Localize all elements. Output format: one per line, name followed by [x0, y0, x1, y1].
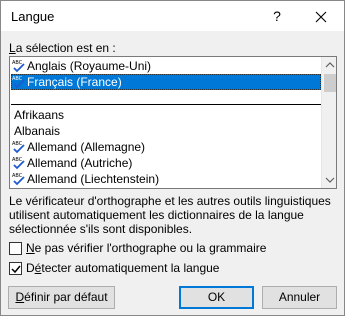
- svg-text:ABC: ABC: [12, 157, 23, 163]
- list-item-language[interactable]: ABC Allemand (Liechtenstein): [11, 171, 321, 187]
- language-name: Anglais (Royaume-Uni): [27, 59, 152, 73]
- no-check-label: Ne pas vérifier l'orthographe ou la gram…: [26, 241, 267, 255]
- selection-label: La sélection est en :: [9, 41, 116, 55]
- language-name: Allemand (Allemagne): [27, 140, 146, 154]
- language-name: Allemand (Liechtenstein): [27, 172, 160, 186]
- svg-text:ABC: ABC: [12, 173, 23, 179]
- language-list: ABC Anglais (Royaume-Uni) ABC Français (…: [10, 57, 321, 188]
- language-name: Allemand (Autriche): [27, 156, 133, 170]
- language-name: Français (France): [27, 75, 122, 89]
- list-item-language-selected[interactable]: ABC Français (France): [11, 74, 321, 90]
- language-name: Albanais: [14, 124, 61, 138]
- close-button[interactable]: [307, 5, 335, 27]
- detect-language-label: Détecter automatiquement la langue: [26, 261, 220, 275]
- language-dialog: Langue ? La sélection est en : ABC Angla…: [0, 0, 345, 316]
- list-item-language[interactable]: ABC Anglais (Royaume-Uni): [11, 58, 321, 74]
- svg-text:ABC: ABC: [12, 141, 23, 147]
- info-text: Le vérificateur d'orthographe et les aut…: [9, 194, 331, 236]
- scroll-down-button[interactable]: [322, 172, 336, 188]
- svg-text:ABC: ABC: [12, 76, 23, 82]
- list-scrollbar[interactable]: [321, 57, 336, 188]
- scroll-up-button[interactable]: [322, 57, 336, 73]
- help-button[interactable]: ?: [263, 5, 291, 27]
- spell-check-icon: ABC: [12, 60, 25, 73]
- language-listbox[interactable]: ABC Anglais (Royaume-Uni) ABC Français (…: [9, 56, 337, 189]
- title-bar: Langue ?: [1, 1, 344, 31]
- close-icon: [315, 11, 327, 23]
- list-item-language[interactable]: Afrikaans: [11, 107, 321, 123]
- list-item-language[interactable]: ABC Allemand (Autriche): [11, 155, 321, 171]
- checkmark-icon: [11, 265, 21, 274]
- list-item-language[interactable]: ABC Allemand (Allemagne): [11, 139, 321, 155]
- spell-check-icon: ABC: [12, 141, 25, 154]
- list-item-language[interactable]: Albanais: [11, 123, 321, 139]
- set-default-button[interactable]: Définir par défaut: [8, 286, 115, 309]
- detect-language-checkbox[interactable]: [9, 262, 22, 275]
- language-name: Afrikaans: [14, 108, 65, 122]
- spell-check-icon: ABC: [12, 173, 25, 186]
- chevron-up-icon: [325, 62, 335, 68]
- chevron-down-icon: [325, 177, 335, 183]
- spell-check-icon: ABC: [12, 76, 25, 89]
- no-check-checkbox[interactable]: [9, 242, 22, 255]
- list-divider: [11, 104, 321, 105]
- scroll-thumb[interactable]: [324, 74, 336, 92]
- dialog-title: Langue: [11, 9, 55, 24]
- spell-check-icon: ABC: [12, 157, 25, 170]
- svg-text:ABC: ABC: [12, 60, 23, 66]
- ok-button[interactable]: OK: [179, 286, 254, 309]
- cancel-button[interactable]: Annuler: [262, 286, 337, 309]
